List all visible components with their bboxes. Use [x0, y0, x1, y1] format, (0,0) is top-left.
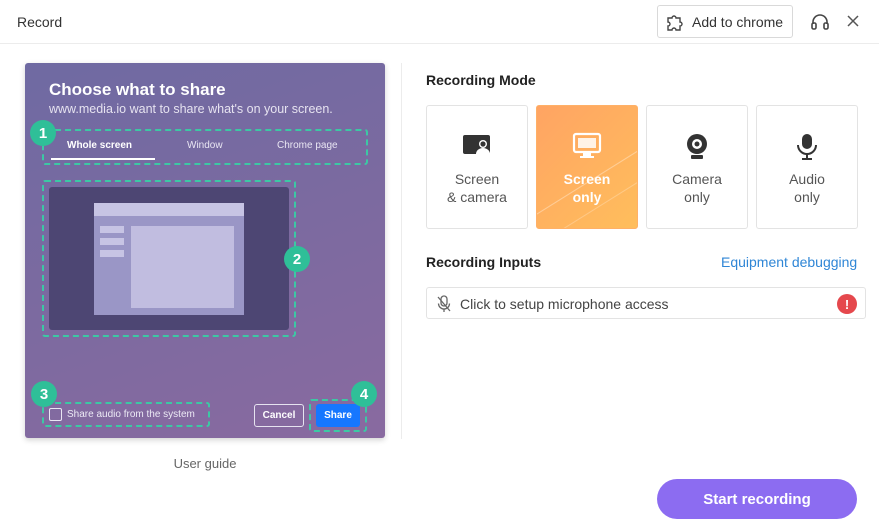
mode-label-line1: Camera [672, 171, 722, 187]
mode-label-line2: only [684, 189, 710, 205]
mode-label: Screen & camera [427, 170, 527, 206]
guide-share-audio-label: Share audio from the system [67, 409, 195, 420]
guide-subtitle: www.media.io want to share what's on you… [49, 102, 333, 116]
screen-camera-icon [427, 132, 527, 162]
guide-window-bar [94, 203, 244, 216]
user-guide-label: User guide [173, 456, 237, 471]
guide-window-mockup [94, 203, 244, 315]
mode-camera-only[interactable]: Camera only [646, 105, 748, 229]
title-bar: Record Add to chrome [0, 0, 879, 44]
mode-label-line1: Screen [563, 171, 611, 187]
microphone-setup-text: Click to setup microphone access [460, 296, 669, 312]
mode-screen-only[interactable]: Screen only [536, 105, 638, 229]
guide-tab-whole-screen: Whole screen [67, 140, 133, 151]
guide-window-line [100, 238, 124, 245]
mode-label: Camera only [647, 170, 747, 206]
close-icon[interactable] [845, 13, 861, 29]
guide-window-line [100, 250, 124, 257]
mode-label: Audio only [757, 170, 857, 206]
puzzle-icon [665, 12, 685, 32]
microphone-setup-field[interactable]: Click to setup microphone access ! [426, 287, 866, 319]
alert-icon: ! [837, 294, 857, 314]
panel-divider [401, 63, 402, 439]
step-badge-1: 1 [30, 120, 56, 146]
guide-title: Choose what to share [49, 80, 226, 99]
microphone-muted-icon [436, 295, 452, 313]
step-badge-3: 3 [31, 381, 57, 407]
mode-label-line2: only [572, 189, 602, 205]
recording-mode-title: Recording Mode [426, 72, 536, 88]
mode-label: Screen only [537, 170, 637, 206]
guide-screen-preview [49, 187, 289, 330]
guide-share-button: Share [316, 404, 360, 427]
step-badge-2: 2 [284, 246, 310, 272]
guide-tabs-outline: Whole screen Window Chrome page [42, 129, 368, 165]
recording-inputs-title: Recording Inputs [426, 254, 542, 270]
start-recording-button[interactable]: Start recording [657, 479, 857, 519]
monitor-icon [537, 132, 637, 162]
guide-tab-chrome-page: Chrome page [277, 140, 338, 151]
mode-label-line1: Audio [789, 171, 825, 187]
share-guide-illustration: Choose what to share www.media.io want t… [25, 63, 385, 438]
mode-label-line2: only [794, 189, 820, 205]
webcam-icon [647, 132, 747, 162]
mode-label-line2: & camera [447, 189, 507, 205]
equipment-debugging-link[interactable]: Equipment debugging [721, 254, 857, 270]
step-badge-4: 4 [351, 381, 377, 407]
guide-window-pane [131, 226, 234, 308]
add-to-chrome-button[interactable]: Add to chrome [657, 5, 793, 38]
guide-tab-underline [51, 158, 155, 160]
headset-icon[interactable] [809, 11, 831, 33]
guide-share-audio-checkbox [49, 408, 62, 421]
guide-window-line [100, 226, 124, 233]
mode-screen-camera[interactable]: Screen & camera [426, 105, 528, 229]
window-title: Record [17, 14, 63, 30]
microphone-icon [757, 132, 857, 162]
mode-label-line1: Screen [454, 171, 500, 187]
mode-audio-only[interactable]: Audio only [756, 105, 858, 229]
guide-cancel-button: Cancel [254, 404, 304, 427]
add-to-chrome-label: Add to chrome [692, 13, 784, 30]
guide-tab-window: Window [187, 140, 223, 151]
